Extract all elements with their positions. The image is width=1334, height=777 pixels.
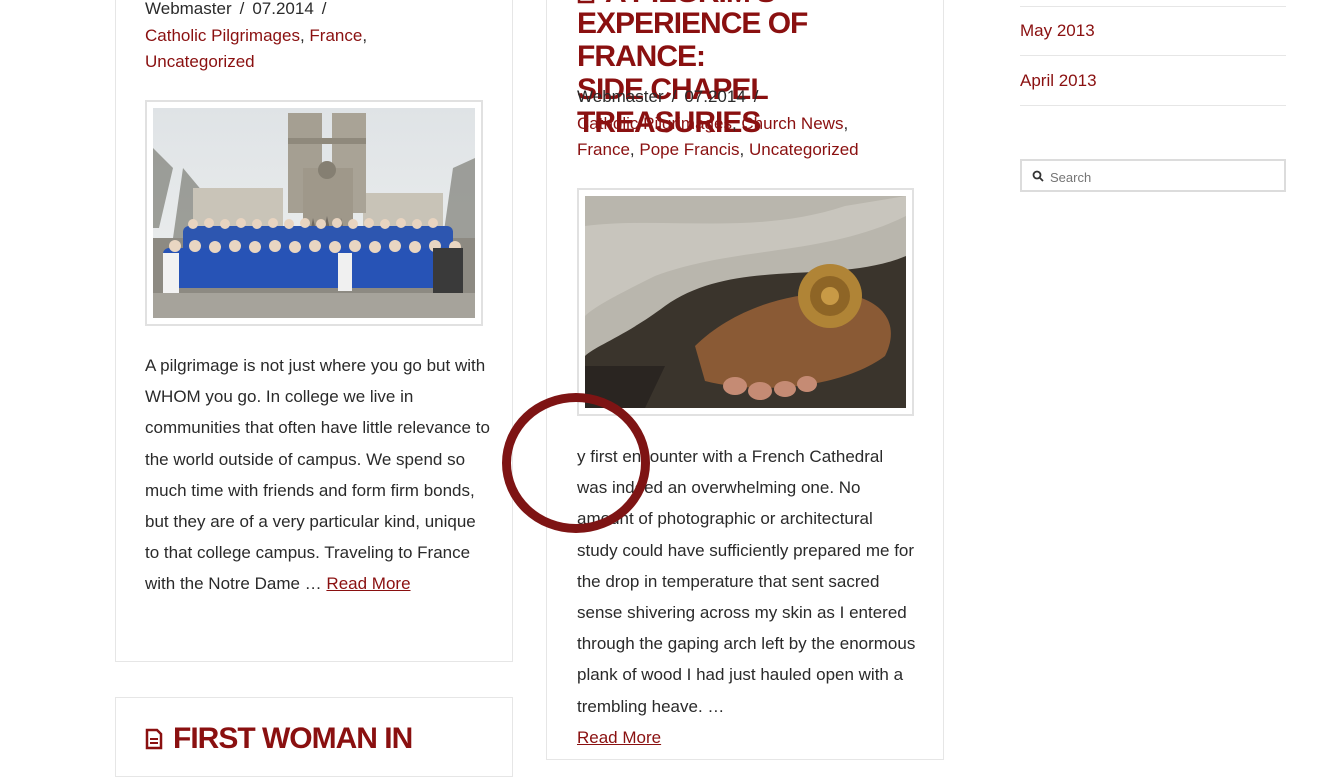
category-link[interactable]: Catholic Pilgrimages bbox=[145, 26, 300, 45]
post-author: Webmaster bbox=[577, 87, 664, 106]
post-meta: Webmaster/07.2014/ Catholic Pilgrimages,… bbox=[145, 0, 368, 71]
choir-photo bbox=[153, 108, 475, 318]
search-icon bbox=[1032, 170, 1044, 182]
document-icon bbox=[145, 728, 163, 750]
post-title-row: FIRST WOMAN IN bbox=[145, 722, 413, 756]
post-date: 07.2014 bbox=[684, 87, 746, 106]
post-image-frame[interactable] bbox=[145, 100, 483, 326]
category-link[interactable]: France bbox=[577, 140, 630, 159]
category-link[interactable]: France bbox=[309, 26, 362, 45]
read-more-link[interactable]: Read More bbox=[326, 574, 410, 593]
highlight-circle-overlay bbox=[502, 393, 650, 533]
archive-link-may-2013[interactable]: May 2013 bbox=[1020, 7, 1286, 56]
archive-link-april-2013[interactable]: April 2013 bbox=[1020, 56, 1286, 106]
search-field[interactable] bbox=[1048, 165, 1272, 189]
category-link[interactable]: Catholic Pilgrimages bbox=[577, 114, 732, 133]
read-more-link[interactable]: Read More bbox=[577, 728, 661, 747]
category-link[interactable]: Uncategorized bbox=[145, 52, 255, 71]
post-author: Webmaster bbox=[145, 0, 232, 18]
category-link[interactable]: Church News bbox=[741, 114, 843, 133]
category-link[interactable]: Uncategorized bbox=[749, 140, 859, 159]
post-date: 07.2014 bbox=[252, 0, 314, 18]
post-image-frame[interactable] bbox=[577, 188, 914, 416]
statue-photo bbox=[585, 196, 906, 408]
post-title[interactable]: FIRST WOMAN IN bbox=[173, 722, 413, 756]
post-excerpt: A pilgrimage is not just where you go bu… bbox=[145, 356, 490, 594]
search-input[interactable] bbox=[1020, 159, 1286, 192]
post-meta: Webmaster/07.2014/ Catholic Pilgrimages,… bbox=[577, 87, 859, 159]
category-link[interactable]: Pope Francis bbox=[639, 140, 739, 159]
document-icon bbox=[577, 0, 595, 4]
post-title-line1[interactable]: EXPERIENCE OF FRANCE: bbox=[577, 7, 927, 73]
